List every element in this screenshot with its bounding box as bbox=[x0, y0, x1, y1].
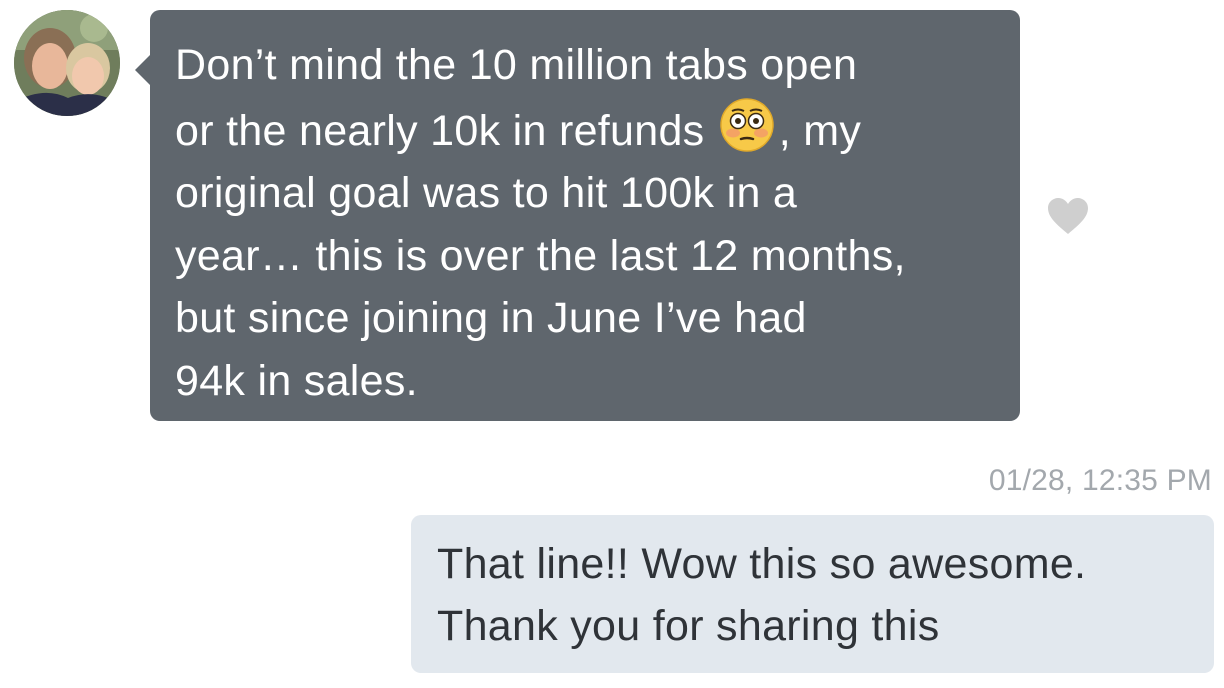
message-line: That line!! Wow this so awesome. bbox=[437, 540, 1087, 588]
sender-avatar[interactable] bbox=[14, 10, 120, 116]
avatar-photo-icon bbox=[14, 10, 120, 116]
outgoing-message-text: That line!! Wow this so awesome. Thank y… bbox=[437, 533, 1194, 657]
message-line-part: or the nearly 10k in refunds bbox=[175, 106, 705, 155]
message-line: but since joining in June I’ve had bbox=[175, 294, 807, 342]
message-line: Don’t mind the 10 million tabs open bbox=[175, 41, 858, 89]
message-line-part: , my bbox=[778, 106, 862, 155]
incoming-message-bubble[interactable]: Don’t mind the 10 million tabs open or t… bbox=[135, 10, 1020, 421]
message-line: 94k in sales. bbox=[175, 356, 418, 405]
incoming-message-text: Don’t mind the 10 million tabs open or t… bbox=[175, 34, 1000, 412]
message-timestamp: 01/28, 12:35 PM bbox=[988, 464, 1212, 497]
message-line: Thank you for sharing this bbox=[437, 602, 940, 650]
message-line: original goal was to hit 100k in a bbox=[175, 169, 798, 217]
message-line: or the nearly 10k in refunds , my bbox=[175, 97, 1000, 163]
flushed-face-icon bbox=[719, 97, 775, 153]
message-line: year… this is over the last 12 months, bbox=[175, 231, 906, 280]
outgoing-message-bubble[interactable]: That line!! Wow this so awesome. Thank y… bbox=[411, 515, 1214, 673]
like-heart-icon[interactable] bbox=[1046, 196, 1090, 236]
